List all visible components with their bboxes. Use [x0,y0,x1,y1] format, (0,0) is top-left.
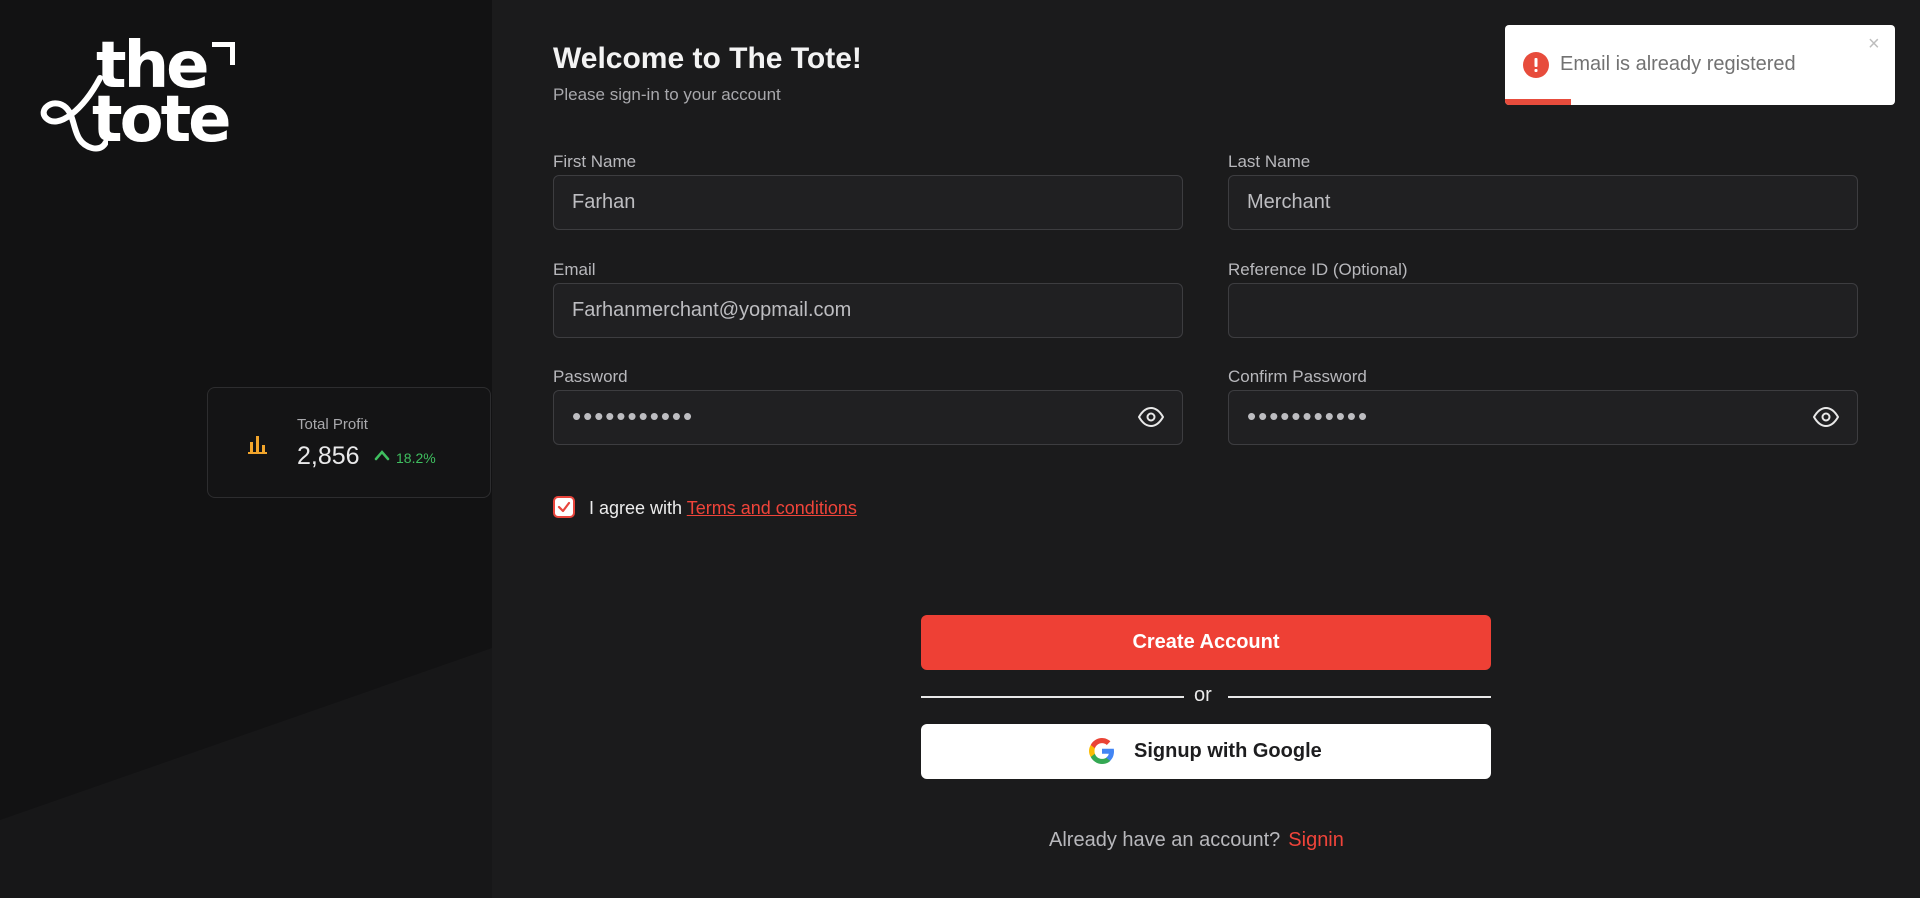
create-account-button[interactable]: Create Account [921,615,1491,670]
signin-link[interactable]: Signin [1288,829,1344,851]
total-profit-card: Total Profit 2,856 18.2% [207,387,491,498]
stat-value: 2,856 [297,442,360,470]
divider-left [921,696,1184,698]
confirm-password-field[interactable]: ••••••••••• [1228,390,1858,445]
page-title: Welcome to The Tote! [553,42,862,75]
agree-text: I agree with [589,498,683,518]
error-toast: Email is already registered × [1505,25,1895,105]
password-label: Password [553,367,628,386]
stat-change: 18.2% [396,450,436,466]
google-signup-label: Signup with Google [1134,740,1322,762]
toast-close-icon[interactable]: × [1868,33,1880,56]
agree-row: I agree with Terms and conditions [589,498,857,519]
last-name-label: Last Name [1228,152,1311,171]
checkmark-icon [557,501,571,513]
toast-message: Email is already registered [1560,53,1796,75]
show-password-eye-icon[interactable] [1138,407,1164,427]
google-signup-button[interactable]: Signup with Google [921,724,1491,779]
bar-chart-icon [248,436,267,454]
trend-up-icon [374,450,390,461]
brand-logo: the tote [38,34,242,157]
terms-checkbox[interactable] [553,496,575,518]
google-icon [1089,738,1114,764]
logo-corner-bracket [212,42,235,65]
last-name-field[interactable]: Merchant [1228,175,1858,230]
signin-row: Already have an account? Signin [1049,829,1344,852]
divider-right [1228,696,1491,698]
or-separator: or [1194,684,1212,706]
email-label: Email [553,260,596,279]
stat-label: Total Profit [297,416,368,433]
left-panel: the tote Total Profit 2,856 18.2% [0,0,492,898]
toast-progress-bar [1505,99,1572,105]
first-name-label: First Name [553,152,637,171]
confirm-password-label: Confirm Password [1228,367,1367,386]
error-icon [1523,52,1549,78]
page-subtitle: Please sign-in to your account [553,85,781,104]
show-confirm-password-eye-icon[interactable] [1813,407,1839,427]
terms-link[interactable]: Terms and conditions [687,498,857,518]
already-account-text: Already have an account? [1049,829,1281,851]
password-field[interactable]: ••••••••••• [553,390,1183,445]
reference-id-label: Reference ID (Optional) [1228,260,1408,279]
reference-id-field[interactable] [1228,283,1858,338]
first-name-field[interactable]: Farhan [553,175,1183,230]
email-field[interactable]: Farhanmerchant@yopmail.com [553,283,1183,338]
logo-word-tote: tote [92,83,232,157]
